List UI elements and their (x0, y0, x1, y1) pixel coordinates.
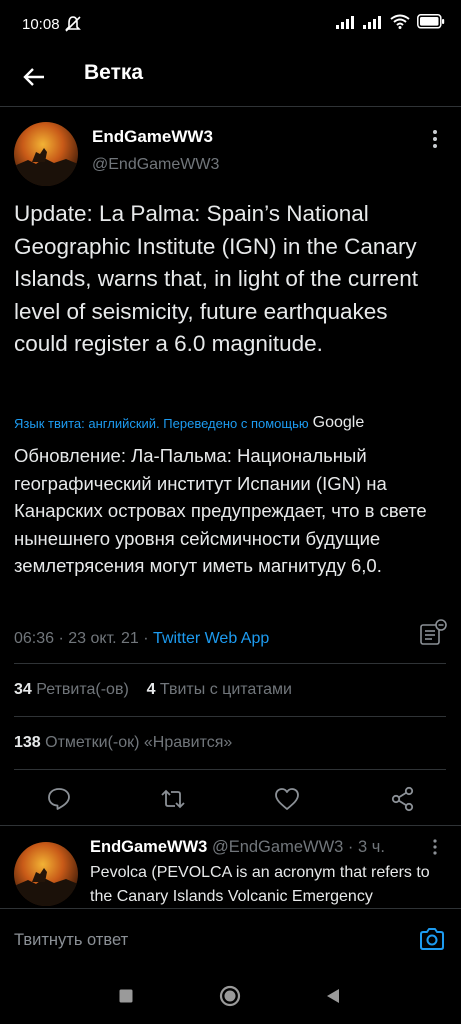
retweet-button[interactable] (158, 784, 188, 814)
divider (14, 716, 446, 717)
retweet-stats[interactable]: 34 Ретвита(-ов) 4 Твиты с цитатами (14, 681, 292, 699)
reply-author-handle[interactable]: @EndGameWW3 (212, 838, 343, 856)
reply-more-options-button[interactable] (427, 838, 443, 856)
camera-button[interactable] (418, 926, 446, 952)
avatar[interactable] (14, 122, 78, 186)
status-bar: 10:08 (0, 0, 461, 50)
tweet-time: 06:36 (14, 630, 55, 647)
status-icons (336, 14, 445, 34)
comment-icon (48, 788, 70, 810)
reply-avatar[interactable] (14, 842, 78, 906)
reply-button[interactable] (44, 784, 74, 814)
retweet-icon (161, 789, 185, 809)
back-arrow-icon (23, 68, 44, 86)
more-vertical-icon (433, 839, 437, 855)
author-name[interactable]: EndGameWW3 (92, 127, 213, 147)
translation-attribution: Язык твита: английский. Переведено с пом… (14, 414, 446, 432)
signal-icon (336, 15, 356, 34)
heart-icon (275, 788, 299, 810)
tweet-text: Update: La Palma: Spain’s National Geogr… (14, 201, 418, 356)
signal-icon-2 (363, 15, 383, 34)
page-title: Ветка (84, 61, 144, 84)
translated-text: Обновление: Ла-Пальма: Национальный геог… (14, 445, 427, 576)
compose-input[interactable]: Твитнуть ответ (14, 931, 128, 950)
retweet-label: Ретвита(-ов) (36, 681, 129, 698)
circle-icon (219, 985, 241, 1007)
camera-icon (420, 928, 444, 950)
system-nav-bar (0, 972, 461, 1024)
reply-time: · 3 ч. (347, 838, 385, 856)
reply-compose-bar[interactable]: Твитнуть ответ (0, 908, 461, 971)
status-time: 10:08 (22, 16, 60, 33)
quote-label: Твиты с цитатами (159, 681, 292, 698)
like-stats[interactable]: 138 Отметки(-ок) «Нравится» (14, 734, 232, 752)
translation-label: Язык твита: английский. Переведено с пом… (14, 415, 309, 431)
quote-count: 4 (146, 681, 156, 698)
reply-text: Pevolca (PEVOLCA is an acronym that refe… (90, 864, 430, 905)
divider (0, 825, 461, 826)
divider (14, 663, 446, 664)
home-button[interactable] (219, 985, 241, 1007)
top-bar: Ветка (0, 50, 461, 107)
reply-author-name[interactable]: EndGameWW3 (90, 838, 207, 856)
more-vertical-icon (433, 130, 437, 148)
reply-header: EndGameWW3 @EndGameWW3 · 3 ч. (90, 838, 385, 857)
back-nav-button[interactable] (324, 987, 342, 1005)
tweet-meta: 06:36 · 23 окт. 21 · Twitter Web App (14, 630, 269, 648)
like-count: 138 (14, 734, 41, 751)
retweet-count: 34 (14, 681, 32, 698)
triangle-back-icon (327, 989, 339, 1003)
wifi-icon (390, 14, 410, 34)
mute-icon (64, 15, 82, 38)
author-handle[interactable]: @EndGameWW3 (92, 156, 219, 174)
square-icon (119, 989, 133, 1003)
more-options-button[interactable] (425, 128, 445, 150)
google-logo: Google (312, 414, 365, 431)
share-icon (391, 786, 414, 812)
tweet-source-link[interactable]: Twitter Web App (153, 630, 269, 647)
view-analytics-button[interactable] (418, 619, 448, 647)
share-button[interactable] (388, 784, 418, 814)
tweet-date: 23 окт. 21 (68, 630, 139, 647)
divider (14, 769, 446, 770)
back-button[interactable] (20, 62, 50, 92)
analytics-icon (420, 619, 447, 645)
like-label: Отметки(-ок) «Нравится» (45, 734, 233, 751)
battery-icon (417, 14, 445, 34)
recent-apps-button[interactable] (118, 988, 134, 1004)
like-button[interactable] (272, 784, 302, 814)
meta-separator: · (138, 630, 154, 647)
meta-separator: · (54, 630, 69, 647)
